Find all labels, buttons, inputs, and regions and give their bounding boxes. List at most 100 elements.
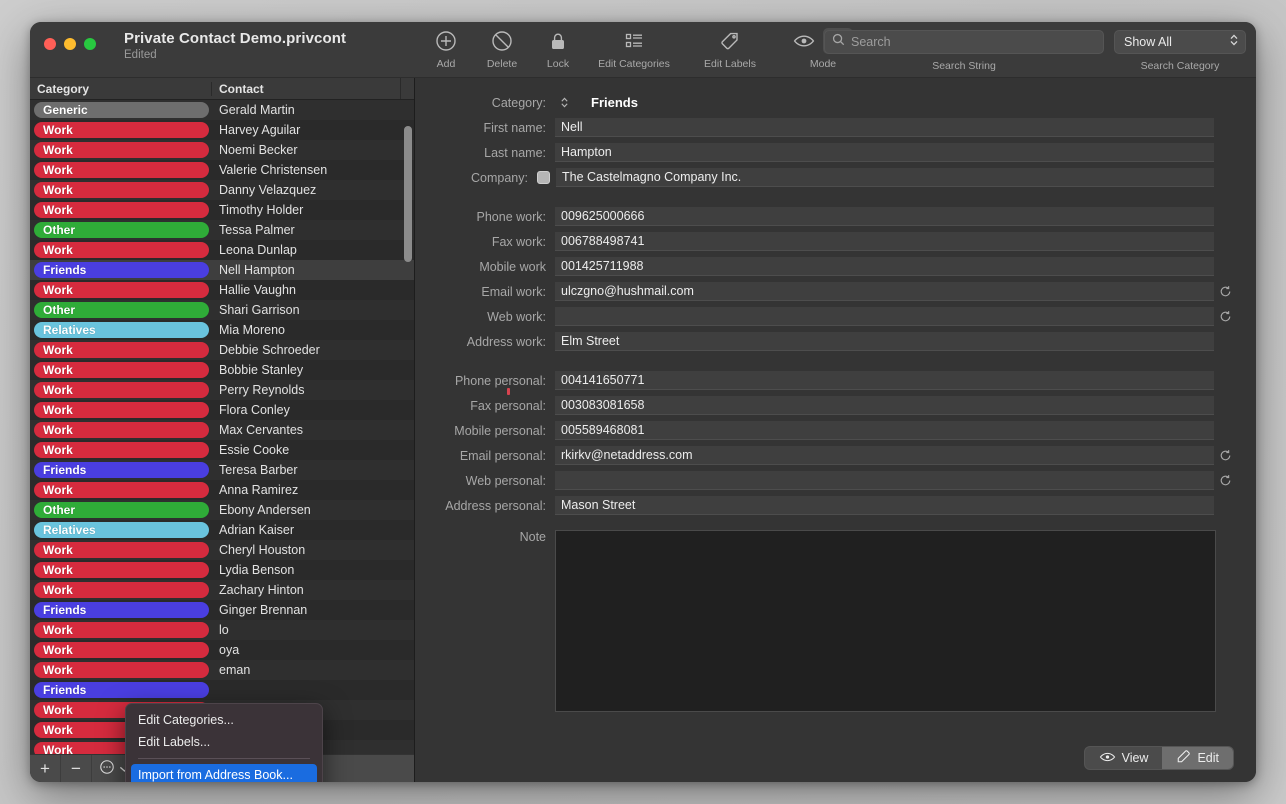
field-input[interactable]: [555, 471, 1214, 490]
field-input[interactable]: The Castelmagno Company Inc.: [556, 168, 1214, 187]
field-input[interactable]: rkirkv@netaddress.com: [555, 446, 1214, 465]
menu-item[interactable]: Edit Categories...: [126, 709, 322, 731]
refresh-icon[interactable]: [1214, 285, 1236, 298]
table-row[interactable]: Work Noemi Becker: [30, 140, 414, 160]
field-input[interactable]: 003083081658: [555, 396, 1214, 415]
toolbar-add-button[interactable]: Add: [418, 22, 474, 74]
refresh-icon[interactable]: [1214, 474, 1236, 487]
menu-item[interactable]: Import from Address Book...: [131, 764, 317, 782]
table-row[interactable]: Work lo: [30, 620, 414, 640]
field-input[interactable]: 004141650771: [555, 371, 1214, 390]
list-icon: [623, 29, 645, 53]
category-cell: Work: [30, 482, 212, 498]
field-input[interactable]: Nell: [555, 118, 1214, 137]
field-label: Email personal:: [459, 448, 546, 463]
field-value-category[interactable]: Friends: [579, 93, 1214, 113]
table-row[interactable]: Friends Nell Hampton: [30, 260, 414, 280]
table-row[interactable]: Work Lydia Benson: [30, 560, 414, 580]
lock-icon: [547, 29, 569, 53]
column-header-contact[interactable]: Contact: [212, 82, 400, 96]
field-spacer: [415, 190, 1236, 204]
table-row[interactable]: Work Flora Conley: [30, 400, 414, 420]
table-row[interactable]: Work Perry Reynolds: [30, 380, 414, 400]
stepper-updown-icon[interactable]: [555, 96, 573, 109]
toolbar-edit-categories-button[interactable]: Edit Categories: [586, 22, 682, 74]
column-header-category[interactable]: Category: [30, 81, 212, 96]
field-input[interactable]: Elm Street: [555, 332, 1214, 351]
eye-icon[interactable]: [793, 33, 815, 49]
contacts-list[interactable]: Generic Gerald Martin Work Harvey Aguilar Wo…: [30, 100, 414, 754]
edit-mode-button[interactable]: Edit: [1162, 747, 1233, 769]
field-input[interactable]: 006788498741: [555, 232, 1214, 251]
category-badge: Work: [34, 442, 209, 458]
field-input[interactable]: [555, 307, 1214, 326]
table-row[interactable]: Work Essie Cooke: [30, 440, 414, 460]
table-row[interactable]: Relatives Mia Moreno: [30, 320, 414, 340]
contact-name-cell: Essie Cooke: [219, 443, 290, 457]
field-input[interactable]: Hampton: [555, 143, 1214, 162]
category-badge: Relatives: [34, 522, 209, 538]
add-contact-button[interactable]: +: [30, 755, 61, 782]
search-category-select[interactable]: Show All: [1114, 30, 1246, 54]
edit-mode-label: Edit: [1197, 751, 1219, 765]
table-row[interactable]: Relatives Adrian Kaiser: [30, 520, 414, 540]
view-mode-label: View: [1121, 751, 1149, 765]
close-button[interactable]: [44, 38, 56, 50]
table-row[interactable]: Work Debbie Schroeder: [30, 340, 414, 360]
contact-name-cell: Teresa Barber: [219, 463, 298, 477]
remove-contact-button[interactable]: −: [61, 755, 92, 782]
table-row[interactable]: Work oya: [30, 640, 414, 660]
table-row[interactable]: Work Valerie Christensen: [30, 160, 414, 180]
list-scrollbar-thumb[interactable]: [404, 126, 412, 262]
table-row[interactable]: Work Anna Ramirez: [30, 480, 414, 500]
table-row[interactable]: Other Ebony Andersen: [30, 500, 414, 520]
view-mode-button[interactable]: View: [1085, 747, 1163, 769]
table-row[interactable]: Friends Ginger Brennan: [30, 600, 414, 620]
view-edit-toggle[interactable]: View Edit: [1083, 746, 1234, 770]
menu-item[interactable]: Edit Labels...: [126, 731, 322, 753]
table-row[interactable]: Friends: [30, 680, 414, 700]
table-row[interactable]: Friends Teresa Barber: [30, 460, 414, 480]
field-input[interactable]: ulczgno@hushmail.com: [555, 282, 1214, 301]
field-input[interactable]: 005589468081: [555, 421, 1214, 440]
table-row[interactable]: Work Zachary Hinton: [30, 580, 414, 600]
contact-name-cell: oya: [219, 643, 240, 657]
field-input[interactable]: Mason Street: [555, 496, 1214, 515]
table-row[interactable]: Work Hallie Vaughn: [30, 280, 414, 300]
magnifier-icon: [832, 33, 845, 51]
minimize-button[interactable]: [64, 38, 76, 50]
category-cell: Work: [30, 402, 212, 418]
table-row[interactable]: Work Max Cervantes: [30, 420, 414, 440]
context-menu[interactable]: Edit Categories... Edit Labels... Import f…: [125, 703, 323, 782]
field-input[interactable]: 009625000666: [555, 207, 1214, 226]
search-string-caption: Search String: [932, 60, 996, 72]
search-input[interactable]: Search: [824, 30, 1104, 54]
field-row: Address work: Elm Street: [415, 329, 1236, 354]
table-row[interactable]: Work Cheryl Houston: [30, 540, 414, 560]
table-row[interactable]: Work Harvey Aguilar: [30, 120, 414, 140]
note-textarea[interactable]: [555, 530, 1216, 712]
table-row[interactable]: Other Shari Garrison: [30, 300, 414, 320]
table-row[interactable]: Generic Gerald Martin: [30, 100, 414, 120]
category-badge: Relatives: [34, 322, 209, 338]
plus-circle-icon: [435, 29, 457, 53]
table-row[interactable]: Other Tessa Palmer: [30, 220, 414, 240]
refresh-icon[interactable]: [1214, 310, 1236, 323]
table-row[interactable]: Work Bobbie Stanley: [30, 360, 414, 380]
company-checkbox[interactable]: [537, 171, 550, 184]
toolbar-delete-button[interactable]: Delete: [474, 22, 530, 74]
refresh-icon[interactable]: [1214, 449, 1236, 462]
field-input[interactable]: 001425711988: [555, 257, 1214, 276]
table-row[interactable]: Work Timothy Holder: [30, 200, 414, 220]
list-scrollbar[interactable]: [404, 104, 412, 754]
category-badge: Friends: [34, 262, 209, 278]
category-badge: Friends: [34, 602, 209, 618]
table-row[interactable]: Work Danny Velazquez: [30, 180, 414, 200]
category-cell: Work: [30, 642, 212, 658]
zoom-button[interactable]: [84, 38, 96, 50]
category-badge: Work: [34, 422, 209, 438]
toolbar-lock-button[interactable]: Lock: [530, 22, 586, 74]
table-row[interactable]: Work Leona Dunlap: [30, 240, 414, 260]
toolbar-edit-labels-button[interactable]: Edit Labels: [682, 22, 778, 74]
table-row[interactable]: Work eman: [30, 660, 414, 680]
